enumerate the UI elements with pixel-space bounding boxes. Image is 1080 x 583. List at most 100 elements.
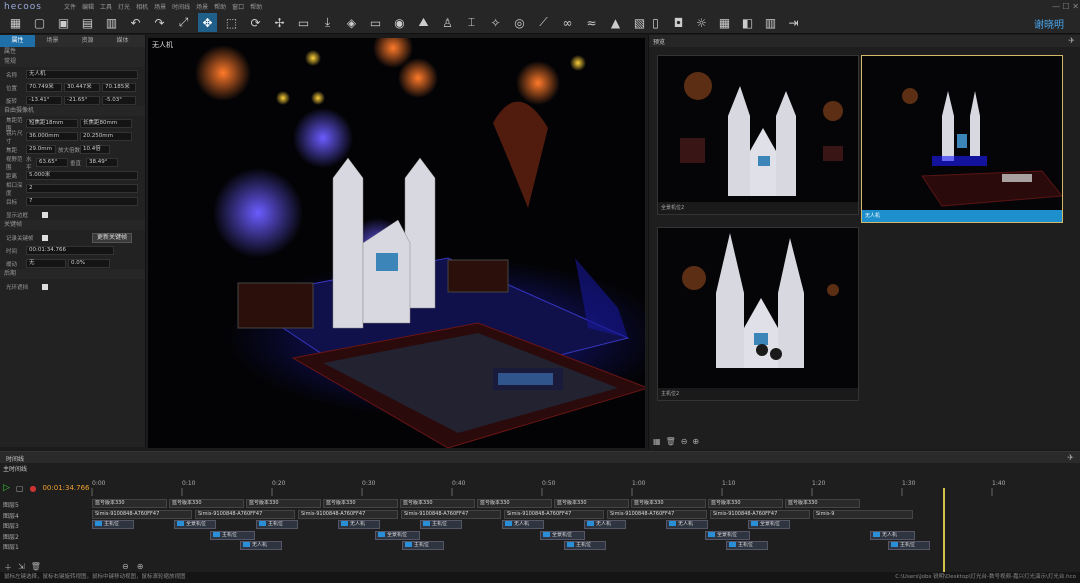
ease-percent-field[interactable]: 0.0%	[68, 259, 110, 268]
weather-icon[interactable]: ☼	[692, 13, 711, 32]
time-ruler[interactable]: 0:00 0:10 0:20 0:30 0:40 0:50 1:00 1:10 1:20 1:30…	[90, 478, 1080, 496]
phone-icon[interactable]: ▯	[646, 13, 665, 32]
person-icon[interactable]: ♙	[438, 13, 457, 32]
timeline-clip[interactable]: Simis-9	[813, 509, 913, 519]
timeline-clip[interactable]: 主机位	[888, 541, 930, 550]
ao-checkbox[interactable]	[42, 283, 48, 290]
rocket-icon[interactable]: ▲	[606, 13, 625, 32]
preview-camera-3[interactable]: 主机位2	[657, 227, 859, 401]
zoom-out-icon[interactable]: ⊖	[122, 562, 129, 571]
update-keyframe-button[interactable]: 更新关键帧	[92, 232, 133, 243]
timeline-clip[interactable]: 全景机位	[174, 520, 216, 529]
camera-icon[interactable]: ▭	[294, 13, 313, 32]
timeline-clip[interactable]: 蓝号版本330	[477, 499, 552, 508]
menu-item[interactable]: 工具	[100, 2, 112, 11]
light-icon[interactable]: ⌶	[462, 13, 481, 32]
sensor-w-field[interactable]: 36.000mm	[26, 132, 78, 141]
tab-resources[interactable]: 资源	[70, 35, 105, 47]
section-post[interactable]: 后期	[0, 269, 145, 279]
timeline-clip[interactable]: 主机位	[726, 541, 768, 550]
timeline-clip[interactable]: Simis-9100848-A760FF47	[401, 509, 501, 519]
timeline-clip[interactable]: 主机位	[420, 520, 462, 529]
window-controls[interactable]: — ☐ ✕	[1052, 2, 1079, 11]
timeline-clip[interactable]: 主机位	[210, 530, 255, 540]
fov-h-field[interactable]: 63.65°	[36, 158, 68, 167]
zoom-out-icon[interactable]: ⊖	[681, 437, 688, 446]
sensor-h-field[interactable]: 20.250mm	[80, 132, 132, 141]
move-icon[interactable]: ✥	[198, 13, 217, 32]
timeline-clip[interactable]: 蓝号版本330	[554, 499, 629, 508]
delete-icon[interactable]: 🗑	[666, 437, 676, 446]
pin-icon[interactable]: ✈	[1068, 36, 1075, 45]
timeline-clip[interactable]: 蓝号版本330	[631, 499, 706, 508]
show-frame-checkbox[interactable]	[42, 211, 48, 218]
timeline-clip[interactable]: 无人机	[870, 530, 915, 540]
zoom-in-icon[interactable]: ⊕	[137, 562, 144, 571]
eye-icon[interactable]: ◉	[390, 13, 409, 32]
cube-icon[interactable]: ◈	[342, 13, 361, 32]
stop-icon[interactable]: ▢	[16, 484, 24, 493]
mountain-icon[interactable]: ⛰	[414, 13, 433, 32]
timeline-clip[interactable]: 蓝号版本330	[246, 499, 321, 508]
redo-icon[interactable]: ↷	[150, 13, 169, 32]
rot-x-field[interactable]: -13.41°	[26, 96, 62, 105]
section-keyframe[interactable]: 关键帧	[0, 220, 145, 230]
timeline-clip[interactable]: 全景机位	[540, 530, 585, 540]
focal-short-field[interactable]: 短焦距18mm	[26, 119, 78, 128]
split-view-icon[interactable]: ◧	[738, 13, 757, 32]
section-general[interactable]: 常规	[0, 57, 145, 67]
ease-select[interactable]: 无	[26, 259, 66, 268]
rotate-icon[interactable]: ⟳	[246, 13, 265, 32]
timeline-clip[interactable]: 无人机	[666, 520, 708, 529]
menu-item[interactable]: 帮助	[250, 2, 262, 11]
zoom-field[interactable]: 10.4倍	[80, 145, 110, 154]
undo-icon[interactable]: ↶	[126, 13, 145, 32]
exit-icon[interactable]: ⇥	[784, 13, 803, 32]
user-name[interactable]: 谢晓明	[1034, 16, 1064, 31]
wave-icon[interactable]: ≈	[582, 13, 601, 32]
timeline-clip[interactable]: 蓝号版本330	[169, 499, 244, 508]
timeline-clip[interactable]: 蓝号版本330	[323, 499, 398, 508]
timeline-clip[interactable]: 蓝号版本330	[400, 499, 475, 508]
ruler-icon[interactable]: ⟋	[534, 13, 553, 32]
record-key-checkbox[interactable]	[42, 234, 48, 241]
timeline-clip[interactable]: 无人机	[502, 520, 544, 529]
pos-z-field[interactable]: 70.185米	[102, 83, 136, 92]
timeline-clip[interactable]: 主机位	[564, 541, 606, 550]
fov-v-field[interactable]: 38.49°	[86, 158, 118, 167]
layout-icon[interactable]: ▦	[715, 13, 734, 32]
3d-viewport[interactable]: 无人机	[148, 38, 645, 448]
section-camera[interactable]: 自由摄像机	[0, 106, 145, 116]
timeline-clip[interactable]: 全景机位	[375, 530, 420, 540]
pos-x-field[interactable]: 70.749米	[26, 83, 62, 92]
timeline-clip[interactable]: Simis-9100848-A760FF47	[504, 509, 604, 519]
menu-item[interactable]: 文件	[64, 2, 76, 11]
timeline-clip[interactable]: 无人机	[240, 541, 282, 550]
timeline-clip[interactable]: 蓝号版本330	[785, 499, 860, 508]
import-icon[interactable]: ⤓	[318, 13, 337, 32]
preview-camera-2[interactable]: 无人机	[861, 55, 1063, 223]
new-file-icon[interactable]: ▢	[30, 13, 49, 32]
timeline-clip[interactable]: 全景机位	[705, 530, 750, 540]
depth-field[interactable]: 2	[26, 184, 138, 193]
timeline-clip[interactable]: Simis-9100848-A760FF47	[92, 509, 192, 519]
timeline-clip[interactable]: 主机位	[256, 520, 298, 529]
link-icon[interactable]: ∞	[558, 13, 577, 32]
name-field[interactable]: 无人机	[26, 70, 138, 79]
target-field[interactable]: 7	[26, 197, 138, 206]
scale-icon[interactable]: ⬚	[222, 13, 241, 32]
rot-y-field[interactable]: -21.65°	[64, 96, 100, 105]
tab-scene[interactable]: 场景	[35, 35, 70, 47]
timeline-clip[interactable]: Simis-9100848-A760FF47	[195, 509, 295, 519]
timeline-clip[interactable]: 蓝号版本330	[92, 499, 167, 508]
library-icon[interactable]: ▥	[761, 13, 780, 32]
play-icon[interactable]: ▷	[3, 483, 10, 493]
rot-z-field[interactable]: -5.03°	[102, 96, 136, 105]
timeline-clip[interactable]: 主机位	[92, 520, 134, 529]
briefcase-icon[interactable]: ▥	[102, 13, 121, 32]
tab-properties[interactable]: 属性	[0, 35, 35, 47]
screen-icon[interactable]: ▭	[366, 13, 385, 32]
menu-item[interactable]: 时间线	[172, 2, 190, 11]
distance-field[interactable]: 5.000米	[26, 171, 138, 180]
record-icon[interactable]: ●	[29, 484, 36, 493]
